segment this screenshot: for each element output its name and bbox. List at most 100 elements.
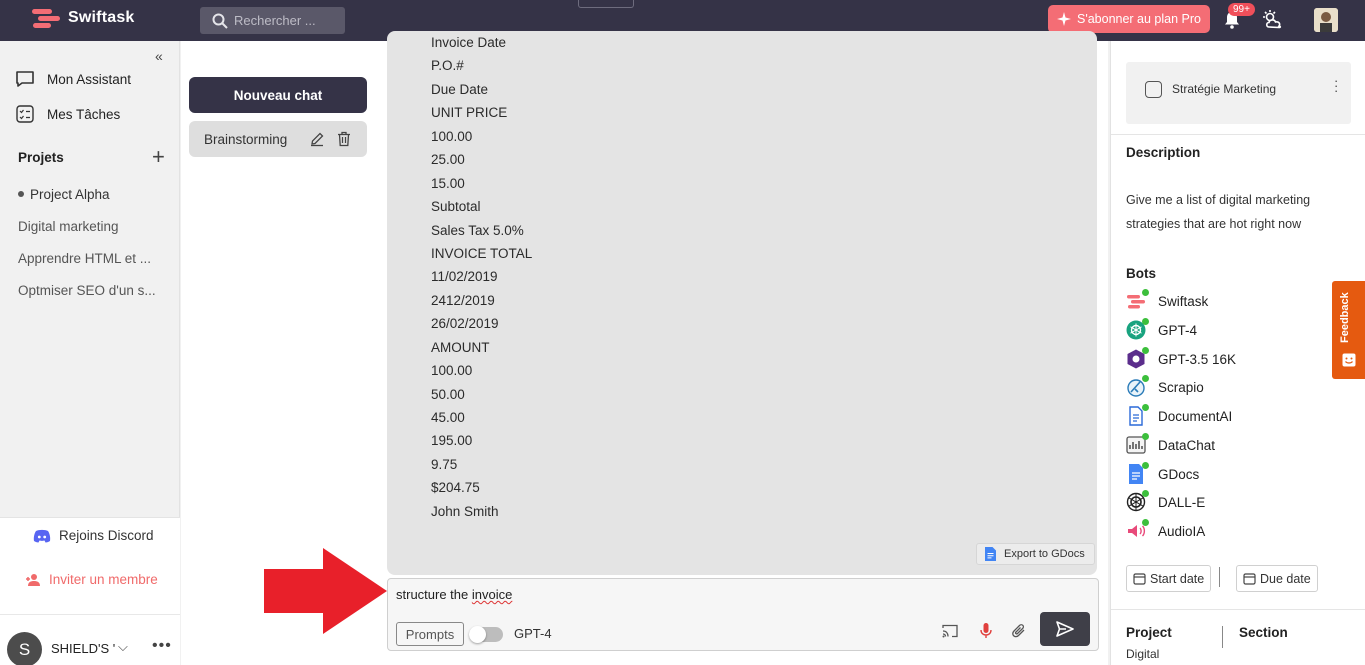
search-input[interactable]: Rechercher ... bbox=[200, 7, 345, 34]
bots-heading: Bots bbox=[1126, 266, 1156, 281]
message-line: 9.75 bbox=[431, 456, 458, 472]
message-line: 45.00 bbox=[431, 410, 465, 425]
send-icon bbox=[1056, 621, 1074, 637]
online-dot bbox=[1142, 519, 1149, 526]
message-line: UNIT PRICE bbox=[431, 105, 508, 121]
task-description[interactable]: Give me a list of digital marketing stra… bbox=[1126, 188, 1326, 236]
subscribe-pro-label: S'abonner au plan Pro bbox=[1076, 12, 1201, 26]
online-dot bbox=[1142, 347, 1149, 354]
project-item[interactable]: Apprendre HTML et ... bbox=[18, 251, 151, 266]
invite-member-button[interactable]: Inviter un membre bbox=[25, 572, 158, 587]
bot-item-documentai[interactable]: DocumentAI bbox=[1126, 404, 1232, 426]
calendar-icon bbox=[1133, 573, 1146, 585]
project-item[interactable]: Optmiser SEO d'un s... bbox=[18, 283, 156, 298]
message-line: AMOUNT bbox=[431, 339, 490, 355]
selected-model: GPT-4 bbox=[514, 626, 552, 641]
bot-label: GPT-3.5 16K bbox=[1158, 351, 1237, 367]
cast-icon[interactable] bbox=[942, 624, 958, 638]
bot-label: Swiftask bbox=[1158, 293, 1209, 309]
discord-label: Rejoins Discord bbox=[59, 528, 154, 543]
left-sidebar: « Mon Assistant Mes Tâches Projets + Pro… bbox=[0, 41, 180, 665]
add-project-icon[interactable]: + bbox=[152, 144, 165, 170]
bot-item-audioia[interactable]: AudioIA bbox=[1126, 519, 1205, 541]
sidebar-item-mon-assistant[interactable]: Mon Assistant bbox=[15, 70, 131, 88]
profile-photo-icon bbox=[1314, 8, 1338, 32]
sidebar-item-label: Mes Tâches bbox=[47, 106, 121, 122]
bot-item-scrapio[interactable]: Scrapio bbox=[1126, 375, 1204, 397]
collapse-sidebar-icon[interactable]: « bbox=[155, 48, 163, 64]
kebab-menu-icon[interactable]: · · · bbox=[1334, 74, 1338, 97]
online-dot bbox=[1142, 289, 1149, 296]
online-dot bbox=[1142, 318, 1149, 325]
message-line: Sales Tax 5.0% bbox=[431, 222, 524, 238]
chat-item-actions bbox=[309, 131, 351, 147]
bot-label: Scrapio bbox=[1158, 379, 1204, 395]
notification-badge: 99+ bbox=[1228, 3, 1255, 16]
online-dot bbox=[1142, 462, 1149, 469]
due-date-button[interactable]: Due date bbox=[1236, 565, 1318, 592]
project-label: Apprendre HTML et ... bbox=[18, 251, 152, 266]
start-date-button[interactable]: Start date bbox=[1126, 565, 1212, 592]
search-icon bbox=[212, 13, 228, 29]
divider bbox=[1111, 609, 1365, 610]
task-card[interactable]: Stratégie Marketing · · · bbox=[1126, 62, 1351, 124]
feedback-tab[interactable]: Feedback bbox=[1332, 281, 1365, 379]
online-dot bbox=[1142, 375, 1149, 382]
task-title: Stratégie Marketing bbox=[1172, 82, 1277, 96]
chevron-down-icon[interactable]: ⌵ bbox=[118, 639, 128, 655]
sidebar-item-mes-taches[interactable]: Mes Tâches bbox=[15, 105, 120, 123]
export-to-gdocs-button[interactable]: Export to GDocs bbox=[976, 543, 1095, 565]
app-logo[interactable]: Swiftask bbox=[30, 6, 135, 30]
project-heading: Project bbox=[1126, 625, 1172, 640]
message-line: 15.00 bbox=[431, 175, 465, 191]
discord-icon bbox=[33, 529, 51, 542]
message-line: $204.75 bbox=[431, 480, 480, 496]
subscribe-pro-button[interactable]: S'abonner au plan Pro bbox=[1048, 5, 1210, 33]
weather-icon[interactable] bbox=[1262, 9, 1286, 31]
invite-label: Inviter un membre bbox=[49, 572, 158, 587]
project-item[interactable]: Digital marketing bbox=[18, 219, 119, 234]
export-label: Export to GDocs bbox=[1004, 548, 1085, 560]
discord-link[interactable]: Rejoins Discord bbox=[33, 528, 154, 543]
description-heading: Description bbox=[1126, 145, 1201, 160]
microphone-icon[interactable] bbox=[979, 622, 993, 640]
message-line: 100.00 bbox=[431, 128, 473, 144]
message-composer[interactable]: structure the invoice Prompts GPT-4 bbox=[387, 578, 1099, 651]
bot-item-dall-e[interactable]: DALL-E bbox=[1126, 490, 1205, 512]
send-button[interactable] bbox=[1040, 612, 1090, 646]
user-name: SHIELD'S ' bbox=[51, 641, 116, 656]
active-dot-icon bbox=[18, 191, 24, 197]
message-line: 25.00 bbox=[431, 152, 465, 168]
user-account-row[interactable]: S SHIELD'S ' ⌵ ••• bbox=[0, 614, 180, 665]
project-label: Digital marketing bbox=[18, 219, 119, 234]
message-line: 50.00 bbox=[431, 386, 465, 402]
task-checkbox[interactable] bbox=[1145, 81, 1162, 98]
project-value[interactable]: Digital bbox=[1126, 647, 1159, 661]
capture-tab[interactable] bbox=[578, 0, 634, 8]
model-toggle[interactable] bbox=[469, 626, 503, 643]
message-input[interactable]: structure the invoice bbox=[396, 587, 512, 602]
app-name: Swiftask bbox=[68, 9, 135, 26]
user-avatar[interactable]: S bbox=[7, 632, 42, 665]
attachment-icon[interactable] bbox=[1011, 623, 1027, 639]
message-line: 11/02/2019 bbox=[431, 269, 498, 285]
bot-item-gpt-3-5[interactable]: GPT-3.5 16K bbox=[1126, 347, 1237, 369]
message-line: P.O.# bbox=[431, 58, 464, 74]
bot-item-datachat[interactable]: DataChat bbox=[1126, 433, 1215, 455]
project-label: Optmiser SEO d'un s... bbox=[18, 283, 156, 298]
chat-item-brainstorming[interactable]: Brainstorming bbox=[189, 121, 367, 157]
new-chat-button[interactable]: Nouveau chat bbox=[189, 77, 367, 113]
project-item[interactable]: Project Alpha bbox=[18, 187, 110, 202]
document-ai-icon bbox=[1126, 404, 1149, 426]
bot-item-gdocs[interactable]: GDocs bbox=[1126, 462, 1199, 484]
more-options-icon[interactable]: ••• bbox=[152, 637, 172, 655]
edit-icon[interactable] bbox=[309, 131, 325, 147]
message-line: 26/02/2019 bbox=[431, 316, 499, 332]
bot-item-swiftask[interactable]: Swiftask bbox=[1126, 289, 1209, 311]
bot-item-gpt-4[interactable]: GPT-4 bbox=[1126, 318, 1197, 340]
profile-avatar[interactable] bbox=[1314, 8, 1338, 32]
trash-icon[interactable] bbox=[337, 131, 351, 147]
swiftask-logo-icon bbox=[32, 9, 60, 28]
toggle-knob bbox=[469, 626, 486, 643]
prompts-button[interactable]: Prompts bbox=[396, 622, 464, 646]
